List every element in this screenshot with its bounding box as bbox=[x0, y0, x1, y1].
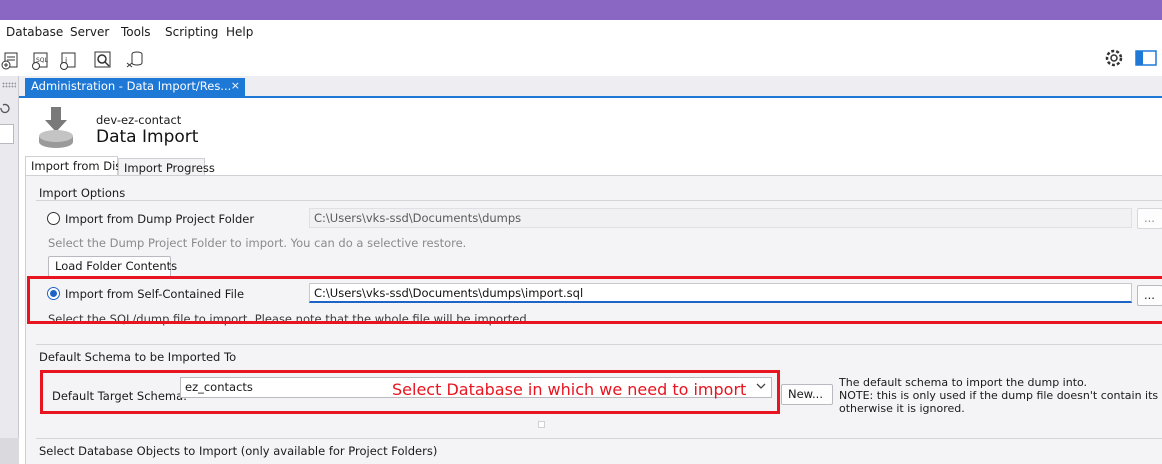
radio-self-contained-file[interactable] bbox=[47, 287, 60, 300]
main-toolbar: SQL i bbox=[0, 44, 1162, 76]
tab-administration-data-import[interactable]: Administration - Data Import/Res... × bbox=[25, 78, 245, 96]
settings-gear-icon[interactable] bbox=[1104, 48, 1124, 68]
main-content: dev-ez-contact Data Import Import from D… bbox=[19, 98, 1162, 464]
annotation-text: Select Database in which we need to impo… bbox=[392, 380, 747, 399]
objects-title: Select Database Objects to Import (only … bbox=[39, 444, 442, 458]
tab-label: Administration - Data Import/Res... bbox=[31, 79, 232, 93]
default-schema-note-1: The default schema to import the dump in… bbox=[839, 376, 1088, 389]
tab-import-from-disk[interactable]: Import from Disk bbox=[25, 156, 128, 176]
sidebar-refresh-icon[interactable] bbox=[0, 102, 10, 114]
reconnect-icon[interactable] bbox=[124, 49, 146, 71]
sidebar-grip[interactable] bbox=[2, 82, 16, 88]
self-contained-file-path-field[interactable]: C:\Users\vks-ssd\Documents\dumps\import.… bbox=[309, 283, 1132, 303]
default-schema-note-2: NOTE: this is only used if the dump file… bbox=[839, 389, 1162, 402]
load-folder-contents-button[interactable]: Load Folder Contents bbox=[48, 256, 177, 277]
menu-bar: Database Server Tools Scripting Help bbox=[0, 20, 1162, 44]
toggle-sidebar-icon[interactable] bbox=[1134, 48, 1158, 68]
document-tab-strip: Administration - Data Import/Res... × bbox=[19, 76, 1162, 98]
menu-tools[interactable]: Tools bbox=[121, 25, 151, 39]
default-schema-note-3: otherwise it is ignored. bbox=[839, 402, 965, 415]
search-table-data-icon[interactable] bbox=[92, 49, 114, 71]
dump-folder-path-field[interactable]: C:\Users\vks-ssd\Documents\dumps bbox=[309, 208, 1132, 228]
new-sql-tab-icon[interactable] bbox=[0, 49, 22, 71]
browse-dump-folder-button[interactable]: ... bbox=[1137, 208, 1162, 229]
self-contained-file-label: Import from Self-Contained File bbox=[65, 287, 245, 301]
window-title-bar bbox=[0, 0, 1162, 20]
open-sql-script-icon[interactable]: SQL bbox=[30, 49, 52, 71]
browse-self-contained-file-button[interactable]: ... bbox=[1137, 285, 1162, 306]
tab-import-progress[interactable]: Import Progress bbox=[118, 158, 215, 176]
new-schema-button[interactable]: New... bbox=[781, 384, 833, 405]
menu-help[interactable]: Help bbox=[226, 25, 253, 39]
selected-schema-value: ez_contacts bbox=[185, 380, 253, 394]
objects-separator bbox=[36, 438, 1162, 439]
self-contained-file-hint: Select the SQL/dump file to import. Plea… bbox=[48, 312, 531, 326]
radio-dump-project-folder[interactable] bbox=[47, 212, 60, 225]
dump-project-folder-label: Import from Dump Project Folder bbox=[65, 212, 255, 226]
sidebar-filter-input[interactable] bbox=[0, 124, 14, 144]
splitter-handle[interactable] bbox=[538, 421, 545, 428]
page-title: Data Import bbox=[96, 127, 199, 147]
chevron-down-icon bbox=[756, 383, 766, 389]
import-options-title: Import Options bbox=[39, 186, 130, 200]
dump-folder-hint: Select the Dump Project Folder to import… bbox=[48, 236, 467, 250]
open-inspector-icon[interactable]: i bbox=[58, 49, 80, 71]
default-schema-separator bbox=[36, 344, 1162, 345]
default-schema-title: Default Schema to be Imported To bbox=[39, 350, 241, 364]
connection-name: dev-ez-contact bbox=[96, 113, 182, 127]
menu-scripting[interactable]: Scripting bbox=[165, 25, 218, 39]
left-sidebar bbox=[0, 76, 19, 464]
close-icon[interactable]: × bbox=[231, 79, 240, 92]
sidebar-footer bbox=[0, 438, 19, 464]
import-from-disk-panel: Import Options Import from Dump Project … bbox=[25, 175, 1162, 464]
menu-server[interactable]: Server bbox=[70, 25, 109, 39]
menu-database[interactable]: Database bbox=[6, 25, 63, 39]
import-options-separator bbox=[36, 200, 1162, 201]
data-import-icon bbox=[35, 106, 77, 152]
default-target-schema-label: Default Target Schema: bbox=[52, 389, 188, 403]
